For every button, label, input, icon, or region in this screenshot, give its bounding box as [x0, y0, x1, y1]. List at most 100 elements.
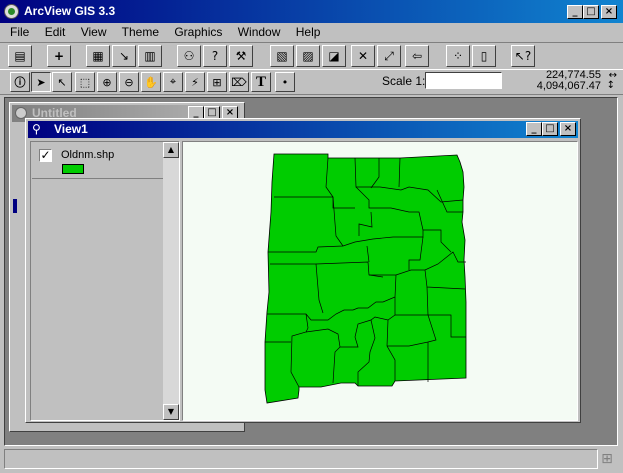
draw-point-icon: •: [281, 75, 289, 89]
status-bar: [4, 449, 598, 469]
pan-icon: ✋: [144, 75, 158, 89]
label-tool[interactable]: ⌦: [229, 72, 249, 92]
theme-properties-icon: ▦: [92, 49, 104, 63]
untitled-sidebar-selected-item[interactable]: [13, 199, 17, 213]
select-feature-tool[interactable]: ⬚: [75, 72, 95, 92]
y-coordinate: 4,094,067.47: [536, 80, 601, 92]
zoom-previous-button[interactable]: ⇦: [405, 45, 429, 67]
theme-entry[interactable]: ✓ Oldnm.shp: [32, 143, 163, 179]
find-icon: ⚇: [183, 49, 195, 63]
vertex-edit-icon: ↖: [57, 75, 67, 89]
zoom-full-extent-icon: ▧: [276, 49, 288, 63]
open-table-icon: ▥: [144, 49, 156, 63]
area-of-interest-icon: ⊞: [212, 75, 222, 89]
menu-view[interactable]: View: [81, 25, 107, 39]
add-theme-button[interactable]: +: [47, 45, 71, 67]
select-by-theme-icon: ⁘: [452, 49, 464, 63]
arcview-logo-icon: [4, 4, 19, 19]
zoom-active-themes-button[interactable]: ▨: [296, 45, 320, 67]
view1-title: View1: [54, 122, 88, 136]
scale-input[interactable]: [425, 72, 502, 89]
menu-graphics[interactable]: Graphics: [174, 25, 222, 39]
zoom-out-tool[interactable]: ⊖: [119, 72, 139, 92]
zoom-out-icon: ⊖: [124, 75, 134, 89]
theme-properties-button[interactable]: ▦: [86, 45, 110, 67]
help-icon: ↖?: [514, 49, 532, 63]
zoom-in-fixed-icon: ✕: [357, 49, 369, 63]
menu-theme[interactable]: Theme: [122, 25, 159, 39]
identify-tool[interactable]: ⓘ: [10, 72, 30, 92]
query-builder-button[interactable]: ?: [203, 45, 227, 67]
map-display[interactable]: [182, 141, 578, 421]
menu-edit[interactable]: Edit: [45, 25, 66, 39]
measure-tool[interactable]: ⌖: [163, 72, 183, 92]
measure-icon: ⌖: [169, 75, 177, 88]
menu-bar: File Edit View Theme Graphics Window Hel…: [0, 23, 623, 42]
select-by-theme-button[interactable]: ⁘: [446, 45, 470, 67]
hotlink-tool[interactable]: ⚡: [185, 72, 205, 92]
view1-close-button[interactable]: ×: [560, 122, 576, 136]
menu-help[interactable]: Help: [296, 25, 321, 39]
maximize-button[interactable]: □: [583, 5, 599, 19]
clear-selection-button[interactable]: ▯: [472, 45, 496, 67]
map-canvas[interactable]: [183, 142, 577, 420]
zoom-out-fixed-icon: ⤢: [384, 48, 394, 63]
zoom-selected-button[interactable]: ◪: [322, 45, 346, 67]
view1-minimize-button[interactable]: _: [526, 122, 542, 136]
view1-titlebar: ⚲ View1 _ □ ×: [28, 121, 578, 138]
view1-maximize-button[interactable]: □: [542, 122, 558, 136]
query-builder-icon: ?: [211, 49, 219, 63]
clear-selection-icon: ▯: [480, 49, 488, 63]
zoom-previous-icon: ⇦: [411, 49, 423, 63]
edit-legend-icon: ↘: [118, 49, 130, 63]
scroll-up-button[interactable]: ▲: [163, 142, 179, 158]
help-button[interactable]: ↖?: [511, 45, 535, 67]
hammer-icon: ⚒: [235, 49, 247, 63]
select-feature-icon: ⬚: [79, 75, 91, 89]
theme-legend-swatch[interactable]: [62, 164, 84, 174]
scale-label: Scale 1:: [382, 74, 426, 88]
area-of-interest-tool[interactable]: ⊞: [207, 72, 227, 92]
button-bar: ▤ + ▦ ↘ ▥ ⚇ ? ⚒ ▧ ▨ ◪ ✕ ⤢ ⇦ ⁘ ▯ ↖?: [0, 42, 623, 70]
resize-grip-icon[interactable]: ⊞: [596, 449, 618, 469]
text-icon: T: [255, 73, 266, 90]
hammer-button[interactable]: ⚒: [229, 45, 253, 67]
app-title: ArcView GIS 3.3: [24, 4, 116, 18]
view-icon: ⚲: [32, 122, 41, 136]
pointer-tool[interactable]: ➤: [31, 72, 51, 92]
hotlink-icon: ⚡: [191, 75, 199, 89]
label-icon: ⌦: [231, 75, 247, 89]
pointer-icon: ➤: [36, 75, 46, 89]
zoom-in-tool[interactable]: ⊕: [97, 72, 117, 92]
view1-window[interactable]: ⚲ View1 _ □ × ✓ Oldnm.shp ▲ ▼: [25, 118, 581, 423]
y-coordinate-arrows-icon: ↕: [606, 80, 615, 91]
zoom-full-extent-button[interactable]: ▧: [270, 45, 294, 67]
edit-legend-button[interactable]: ↘: [112, 45, 136, 67]
table-of-contents: ✓ Oldnm.shp ▲ ▼: [30, 141, 180, 421]
coordinate-readout: 224,774.55 4,094,067.47: [537, 70, 601, 92]
minimize-button[interactable]: _: [567, 5, 583, 19]
draw-point-tool[interactable]: •: [275, 72, 295, 92]
scroll-down-button[interactable]: ▼: [163, 404, 179, 420]
menu-window[interactable]: Window: [238, 25, 281, 39]
close-button[interactable]: ×: [601, 5, 617, 19]
tool-bar: ⓘ ➤ ↖ ⬚ ⊕ ⊖ ✋ ⌖ ⚡ ⊞ ⌦ T • Scale 1: 224,7…: [0, 70, 623, 95]
zoom-selected-icon: ◪: [328, 49, 340, 63]
workspace: Untitled _ □ × ⚲ View1 _ □ × ✓ Oldnm.shp…: [4, 97, 618, 446]
zoom-out-fixed-button[interactable]: ⤢: [377, 45, 401, 67]
save-button[interactable]: ▤: [8, 45, 32, 67]
toc-vertical-scrollbar[interactable]: ▲ ▼: [163, 142, 179, 420]
app-titlebar: ArcView GIS 3.3 _ □ ×: [0, 0, 623, 23]
find-button[interactable]: ⚇: [177, 45, 201, 67]
theme-name: Oldnm.shp: [61, 149, 115, 161]
untitled-sidebar: [13, 143, 25, 423]
identify-icon: ⓘ: [14, 76, 26, 89]
save-icon: ▤: [14, 49, 26, 63]
menu-file[interactable]: File: [10, 25, 29, 39]
open-table-button[interactable]: ▥: [138, 45, 162, 67]
zoom-in-fixed-button[interactable]: ✕: [351, 45, 375, 67]
text-tool[interactable]: T: [251, 72, 271, 92]
pan-tool[interactable]: ✋: [141, 72, 161, 92]
vertex-edit-tool[interactable]: ↖: [52, 72, 72, 92]
theme-visibility-checkbox[interactable]: ✓: [39, 149, 52, 162]
